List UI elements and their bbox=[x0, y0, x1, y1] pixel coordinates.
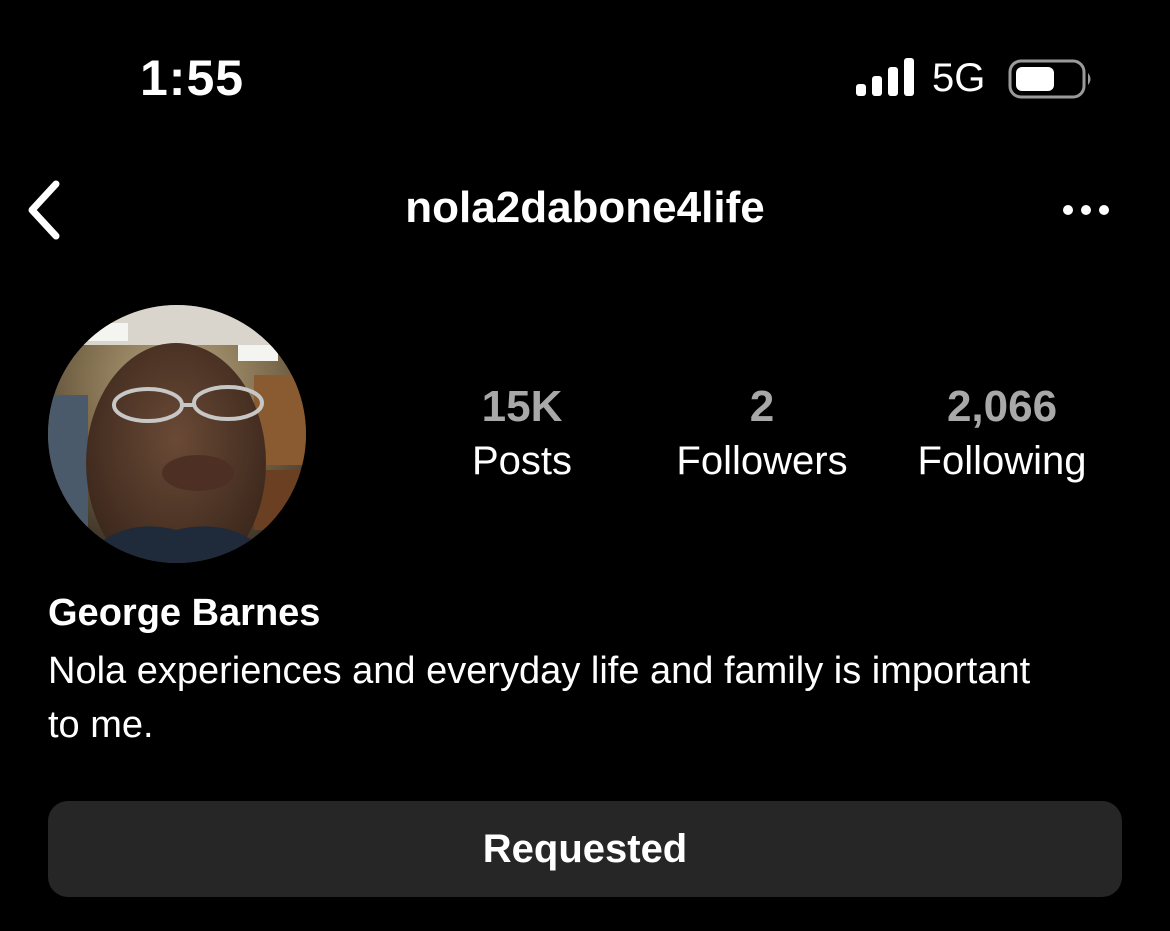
stat-following-label: Following bbox=[917, 439, 1087, 483]
profile-bio: Nola experiences and everyday life and f… bbox=[48, 650, 1031, 746]
stat-posts-label: Posts bbox=[471, 439, 573, 483]
status-bar: 1:55 5G bbox=[0, 0, 1170, 150]
stat-followers-value: 2 bbox=[749, 382, 775, 431]
profile-username: nola2dabone4life bbox=[405, 183, 765, 232]
profile-header: nola2dabone4life bbox=[0, 160, 1170, 260]
avatar[interactable] bbox=[48, 305, 306, 563]
status-time: 1:55 bbox=[140, 50, 245, 106]
battery-icon bbox=[1008, 59, 1091, 99]
more-horizontal-icon[interactable] bbox=[1056, 190, 1116, 230]
stat-following[interactable]: 2,066 Following bbox=[882, 380, 1122, 488]
network-label: 5G bbox=[932, 56, 986, 100]
stat-following-value: 2,066 bbox=[946, 382, 1058, 431]
cellular-signal-icon bbox=[856, 58, 914, 96]
requested-button[interactable]: Requested bbox=[48, 801, 1122, 897]
stat-posts-value: 15K bbox=[481, 382, 563, 431]
profile-name: George Barnes bbox=[48, 592, 321, 634]
stat-followers-label: Followers bbox=[676, 439, 848, 483]
stat-posts[interactable]: 15K Posts bbox=[402, 380, 642, 488]
profile-photo bbox=[48, 305, 306, 563]
stat-followers[interactable]: 2 Followers bbox=[642, 380, 882, 488]
